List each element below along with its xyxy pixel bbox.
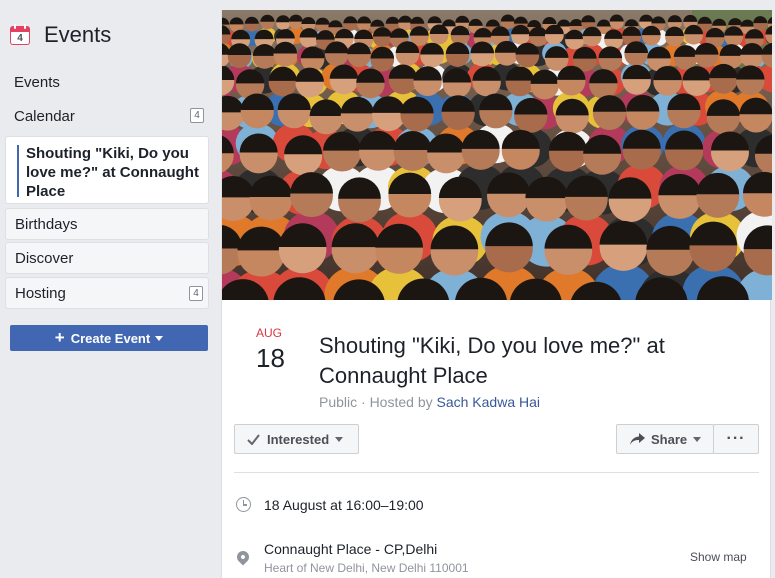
event-subtitle: Public · Hosted by Sach Kadwa Hai <box>319 394 540 410</box>
event-cover-photo[interactable] <box>222 10 772 300</box>
share-label: Share <box>651 431 688 447</box>
divider <box>234 472 759 473</box>
share-button[interactable]: Share <box>616 424 714 454</box>
sidebar-item-current-event[interactable]: Shouting "Kiki, Do you love me?" at Conn… <box>5 136 209 204</box>
event-visibility: Public · Hosted by <box>319 394 437 410</box>
count-badge: 4 <box>189 286 203 301</box>
event-month: AUG <box>256 326 283 340</box>
sidebar-item-hosting[interactable]: Hosting 4 <box>5 277 209 309</box>
interested-button[interactable]: Interested <box>234 424 359 454</box>
sidebar-item-label: Hosting <box>15 284 66 302</box>
sidebar-item-label: Calendar <box>14 107 75 125</box>
share-arrow-icon <box>630 433 645 445</box>
plus-icon: + <box>54 328 65 347</box>
sidebar-item-label: Discover <box>15 249 74 267</box>
chevron-down-icon <box>335 436 344 442</box>
event-location-address: Heart of New Delhi, New Delhi 110001 <box>264 561 469 575</box>
active-indicator <box>17 145 19 197</box>
calendar-icon: 4 <box>10 24 30 46</box>
more-icon: ··· <box>726 430 746 447</box>
sidebar-item-label: Birthdays <box>15 215 78 233</box>
sidebar-item-discover[interactable]: Discover <box>5 242 209 274</box>
sidebar-item-calendar[interactable]: Calendar 4 <box>5 100 209 132</box>
event-location-name[interactable]: Connaught Place - CP,Delhi <box>264 541 437 557</box>
map-pin-icon <box>234 548 252 566</box>
event-day: 18 <box>256 343 285 373</box>
sidebar-item-label: Shouting "Kiki, Do you love me?" at Conn… <box>26 145 199 200</box>
crowd-photo <box>222 10 772 300</box>
chevron-down-icon <box>693 436 702 442</box>
more-options-button[interactable]: ··· <box>713 424 759 454</box>
check-icon <box>247 433 260 445</box>
event-time[interactable]: 18 August at 16:00–19:00 <box>264 497 424 513</box>
count-badge: 4 <box>190 108 204 123</box>
interested-label: Interested <box>267 431 330 447</box>
sidebar-item-label: Events <box>14 73 60 91</box>
create-event-label: Create Event <box>70 330 151 346</box>
sidebar: 4 Events Events Calendar 4 Shouting "Kik… <box>0 0 220 578</box>
event-host-link[interactable]: Sach Kadwa Hai <box>437 394 541 410</box>
sidebar-header[interactable]: 4 Events <box>10 22 111 48</box>
show-map-link[interactable]: Show map <box>690 550 747 564</box>
event-title: Shouting "Kiki, Do you love me?" at Conn… <box>319 333 665 388</box>
event-card: AUG 18 Shouting "Kiki, Do you love me?" … <box>221 10 772 578</box>
create-event-button[interactable]: + Create Event <box>10 325 208 351</box>
clock-icon <box>236 497 251 512</box>
sidebar-title: Events <box>44 22 112 47</box>
chevron-down-icon <box>155 335 164 341</box>
sidebar-item-events[interactable]: Events <box>5 66 209 98</box>
sidebar-item-birthdays[interactable]: Birthdays <box>5 208 209 240</box>
